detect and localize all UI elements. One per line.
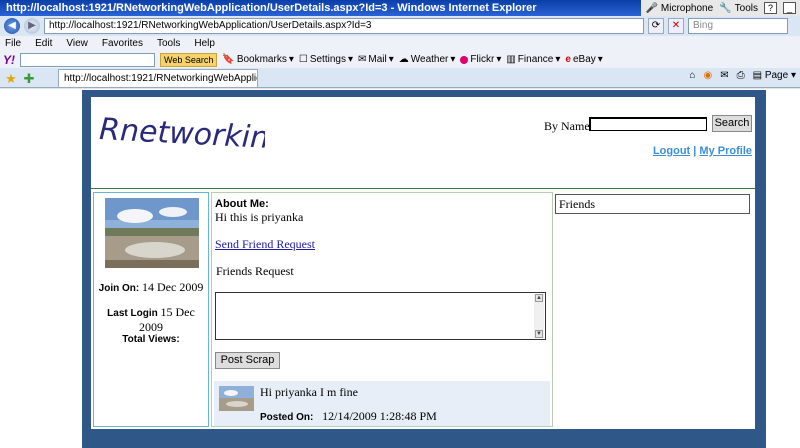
menu-help[interactable]: Help — [194, 38, 215, 49]
cloud-icon: ☁ — [398, 54, 409, 65]
friends-title: Friends — [555, 194, 750, 214]
scrap-posted-on: Posted On: 12/14/2009 1:28:48 PM — [260, 409, 437, 423]
bookmark-icon: 🔖 — [222, 54, 235, 65]
link-separator: | — [693, 145, 697, 157]
search-label: By Name: — [544, 119, 593, 133]
site-frame: Rnetworking By Name: Search Logout | My … — [82, 90, 766, 448]
post-scrap-button[interactable]: Post Scrap — [215, 352, 280, 369]
tools-button[interactable]: 🔧 Tools — [719, 3, 758, 14]
total-views: Total Views: — [122, 334, 180, 345]
favorites-star-icon[interactable]: ★ — [2, 71, 20, 87]
rnetworking-logo: Rnetworking — [98, 112, 265, 157]
weather-button[interactable]: ☁ Weather ▾ — [399, 54, 456, 65]
feeds-icon[interactable]: ◉ — [703, 70, 712, 81]
search-button[interactable]: Search — [712, 115, 752, 132]
tab-current[interactable]: http://localhost:1921/RNetworkingWebAppl… — [58, 69, 258, 87]
scrap-author-photo[interactable] — [219, 386, 254, 411]
print-icon[interactable]: ⎙ — [737, 70, 745, 81]
flickr-button[interactable]: Flickr ▾ — [460, 54, 501, 65]
about-column: About Me: Hi this is priyanka Send Frien… — [211, 192, 553, 427]
menu-favorites[interactable]: Favorites — [102, 38, 143, 49]
scroll-down-icon[interactable]: ▼ — [535, 330, 543, 338]
add-favorites-icon[interactable]: ✚ — [20, 71, 38, 87]
page-icon: ▤ — [752, 70, 763, 81]
friends-column: Friends — [554, 192, 753, 427]
scrap-text: Hi priyanka I m fine — [260, 385, 358, 399]
site-header: Rnetworking By Name: Search Logout | My … — [91, 97, 755, 189]
back-button[interactable]: ◀ — [4, 18, 20, 34]
web-search-button[interactable]: Web Search — [160, 52, 218, 67]
logout-link[interactable]: Logout — [653, 145, 690, 157]
page-menu[interactable]: ▤ Page ▾ — [753, 70, 796, 81]
mail-button[interactable]: ✉ Mail ▾ — [358, 54, 394, 65]
ebay-button[interactable]: e eBay ▾ — [565, 54, 602, 65]
tab-tools: ⌂ ◉ ✉ ⎙ ▤ Page ▾ — [689, 70, 796, 81]
send-friend-request-link[interactable]: Send Friend Request — [215, 237, 315, 252]
ebay-icon: e — [565, 54, 571, 65]
mail-icon: ✉ — [358, 54, 367, 65]
scrap-item: Hi priyanka I m fine Posted On: 12/14/20… — [214, 381, 550, 426]
settings-icon: ☐ — [298, 54, 308, 65]
about-label: About Me: — [215, 198, 269, 210]
bing-search-input[interactable]: Bing — [688, 18, 788, 34]
menu-view[interactable]: View — [66, 38, 88, 49]
menu-file[interactable]: File — [5, 38, 21, 49]
mail-icon[interactable]: ✉ — [720, 70, 728, 81]
minimize-icon[interactable]: _ — [783, 2, 796, 14]
help-icon[interactable]: ? — [764, 2, 777, 14]
profile-photo[interactable] — [105, 198, 199, 268]
bookmarks-button[interactable]: 🔖 Bookmarks ▾ — [222, 54, 294, 65]
home-icon[interactable]: ⌂ — [689, 70, 695, 81]
yahoo-logo-icon[interactable]: Y! — [3, 53, 15, 67]
yahoo-search-input[interactable] — [20, 52, 155, 67]
refresh-icon[interactable]: ⟳ — [648, 18, 664, 34]
stop-icon[interactable]: ✕ — [668, 18, 684, 34]
site-content: Rnetworking By Name: Search Logout | My … — [91, 97, 755, 429]
scrollbar[interactable]: ▲ ▼ — [534, 294, 544, 338]
svg-text:Rnetworking: Rnetworking — [98, 112, 265, 157]
my-profile-link[interactable]: My Profile — [699, 145, 752, 157]
microphone-icon: 🎤 — [645, 2, 658, 14]
microphone-button[interactable]: 🎤 Microphone — [645, 3, 713, 14]
address-bar: ◀ ▶ http://localhost:1921/RNetworkingWeb… — [0, 16, 800, 36]
user-links: Logout | My Profile — [653, 145, 752, 157]
forward-button[interactable]: ▶ — [24, 18, 40, 34]
profile-column: Join On: 14 Dec 2009 Last Login 15 Dec 2… — [93, 192, 209, 427]
friends-request-label: Friends Request — [216, 264, 294, 278]
menu-edit[interactable]: Edit — [35, 38, 52, 49]
tools-icon: 🔧 — [719, 2, 732, 14]
window-title: http://localhost:1921/RNetworkingWebAppl… — [6, 2, 537, 14]
url-input[interactable]: http://localhost:1921/RNetworkingWebAppl… — [44, 18, 644, 34]
settings-button[interactable]: ☐ Settings ▾ — [299, 54, 353, 65]
finance-button[interactable]: ▥ Finance ▾ — [506, 54, 560, 65]
tab-bar: ★ ✚ http://localhost:1921/RNetworkingWeb… — [0, 68, 800, 88]
scroll-up-icon[interactable]: ▲ — [535, 294, 543, 302]
about-text: Hi this is priyanka — [215, 210, 304, 224]
page-viewport: Rnetworking By Name: Search Logout | My … — [0, 89, 800, 448]
join-date: Join On: 14 Dec 2009 — [98, 280, 204, 294]
yahoo-toolbar: Y! Web Search 🔖 Bookmarks ▾ ☐ Settings ▾ ✉… — [0, 51, 800, 68]
menu-tools[interactable]: Tools — [157, 38, 180, 49]
menu-bar: File Edit View Favorites Tools Help — [0, 36, 800, 51]
flickr-icon — [460, 55, 469, 64]
search-input[interactable] — [589, 117, 707, 131]
finance-icon: ▥ — [506, 54, 516, 65]
scrap-textarea[interactable]: ▲ ▼ — [215, 292, 546, 340]
window-title-bar: http://localhost:1921/RNetworkingWebAppl… — [0, 0, 800, 16]
title-tools: 🎤 Microphone 🔧 Tools ? _ — [641, 0, 800, 16]
